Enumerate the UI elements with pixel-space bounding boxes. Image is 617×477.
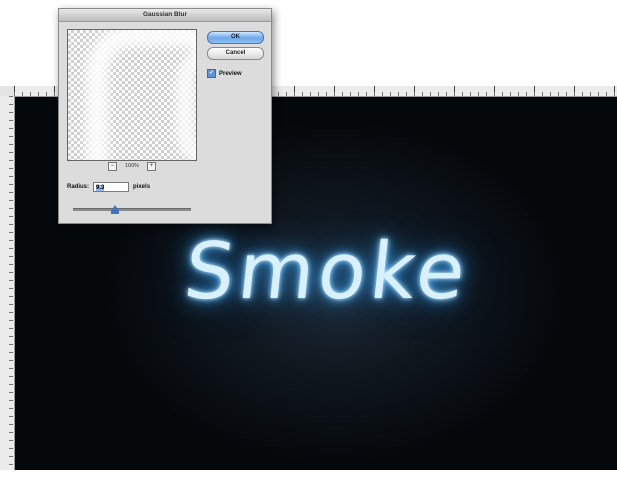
radius-unit: pixels — [133, 184, 151, 190]
preview-option[interactable]: ✓ Preview — [207, 69, 242, 78]
dialog-title: Gaussian Blur — [59, 9, 271, 22]
radius-label: Radius: — [67, 184, 90, 190]
zoom-percentage: 100% — [124, 163, 140, 169]
preview-checkbox[interactable]: ✓ — [207, 69, 216, 78]
radius-slider[interactable] — [73, 205, 191, 214]
zoom-in-button[interactable]: + — [147, 161, 157, 171]
glowing-smoke-text: Smoke — [180, 227, 474, 317]
ruler-corner — [0, 86, 14, 96]
cancel-button[interactable]: Cancel — [207, 47, 264, 60]
radius-value: 9.3 — [96, 185, 105, 191]
gaussian-blur-dialog: Gaussian Blur − 100% + OK Cancel ✓ Previ… — [58, 8, 272, 224]
zoom-out-button[interactable]: − — [107, 161, 117, 171]
preview-zoom-controls: − 100% + — [67, 161, 197, 171]
blur-preview-pane[interactable] — [67, 29, 197, 161]
preview-checkbox-label: Preview — [219, 70, 242, 77]
ok-button[interactable]: OK — [207, 31, 264, 44]
radius-slider-thumb[interactable] — [111, 205, 120, 214]
radius-row: Radius: 9.3 pixels — [67, 182, 150, 192]
radius-input[interactable]: 9.3 — [93, 182, 130, 192]
vertical-ruler[interactable] — [0, 96, 15, 470]
